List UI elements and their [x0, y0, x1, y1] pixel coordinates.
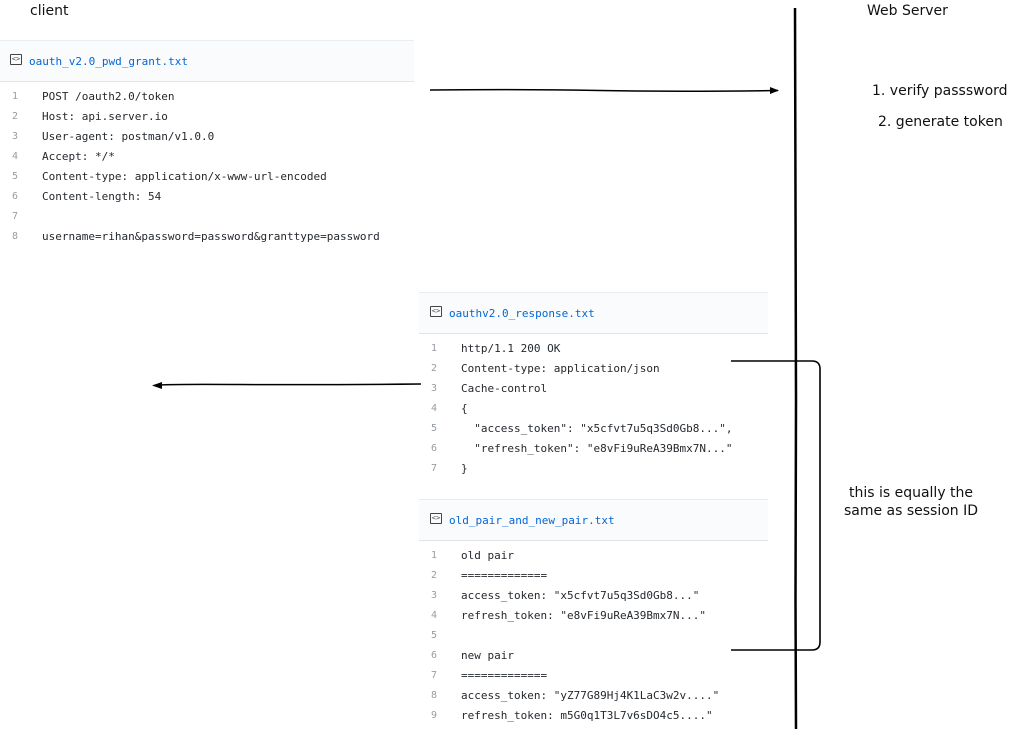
diagram-overlay	[152, 7, 821, 730]
session-bracket	[731, 360, 821, 651]
response-arrow-head	[152, 382, 162, 389]
response-arrow	[153, 383, 422, 387]
server-boundary-line	[793, 7, 798, 730]
request-arrow	[429, 88, 779, 92]
request-arrow-head	[770, 87, 779, 94]
